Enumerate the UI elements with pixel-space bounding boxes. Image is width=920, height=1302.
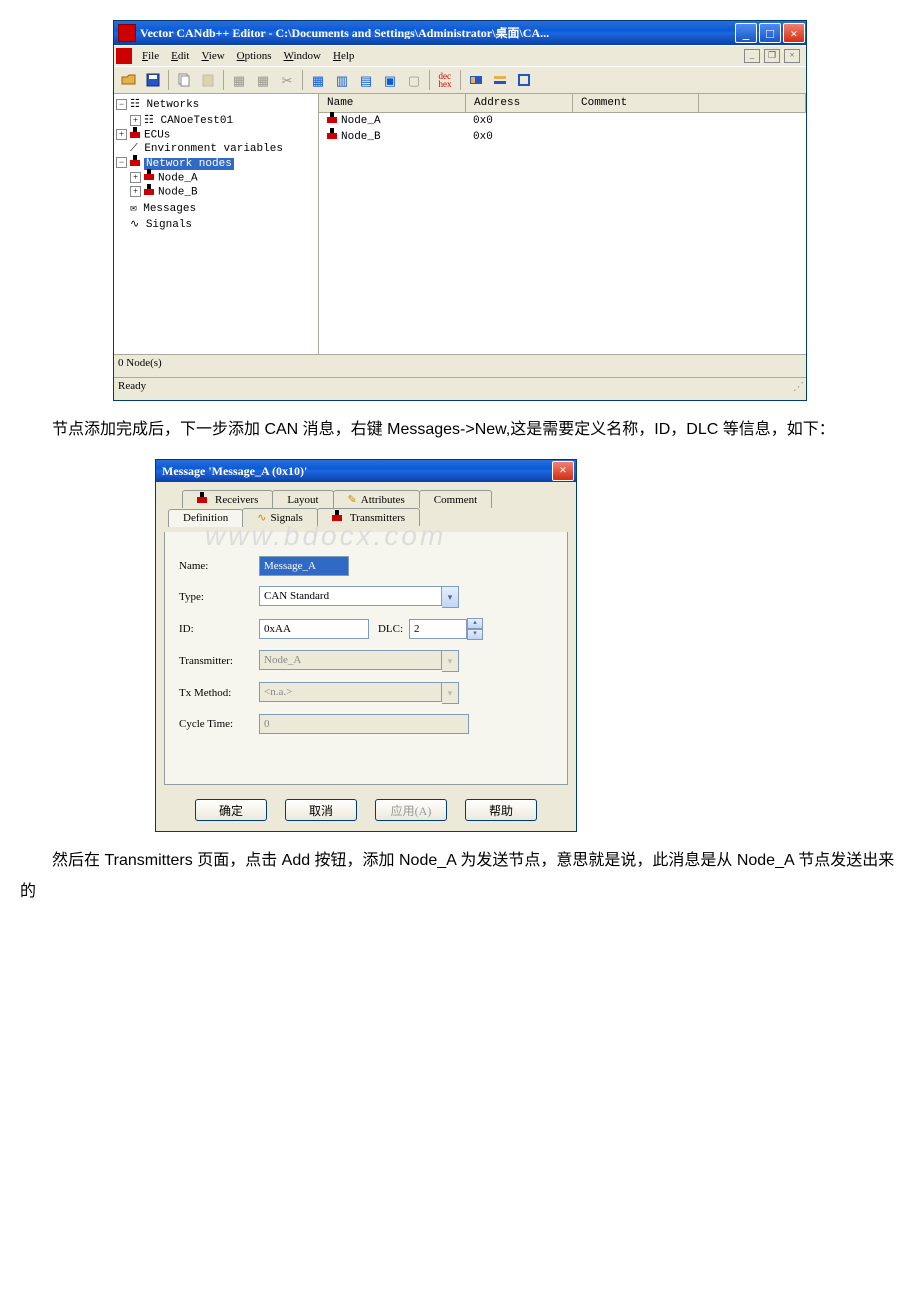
tool-icon-6[interactable] bbox=[465, 69, 487, 91]
tab-transmitters[interactable]: Transmitters bbox=[317, 508, 420, 526]
save-icon[interactable] bbox=[142, 69, 164, 91]
ok-button[interactable]: 确定 bbox=[195, 799, 267, 821]
view-icon-1[interactable]: ▦ bbox=[307, 69, 329, 91]
row-addr: 0x0 bbox=[465, 113, 571, 129]
view-icon-4[interactable]: ▣ bbox=[379, 69, 401, 91]
tree-networks[interactable]: Networks bbox=[146, 99, 199, 111]
app-icon bbox=[118, 24, 136, 42]
tab-definition[interactable]: Definition bbox=[168, 509, 243, 527]
tool-icon-1[interactable]: ▦ bbox=[228, 69, 250, 91]
row-addr: 0x0 bbox=[465, 129, 571, 145]
label-type: Type: bbox=[179, 591, 259, 603]
dlc-field[interactable] bbox=[409, 619, 467, 639]
cut-icon[interactable]: ✂ bbox=[276, 69, 298, 91]
transmitter-field bbox=[259, 650, 442, 670]
list-view[interactable]: Name Address Comment Node_A 0x0 Node_B 0… bbox=[319, 94, 806, 354]
maximize-button[interactable]: □ bbox=[759, 23, 781, 43]
doc-icon bbox=[116, 48, 132, 64]
cycle-field bbox=[259, 714, 469, 734]
col-comment[interactable]: Comment bbox=[573, 94, 699, 112]
menu-edit[interactable]: Edit bbox=[165, 48, 195, 64]
tree-ecus[interactable]: ECUs bbox=[144, 129, 170, 141]
list-row[interactable]: Node_A 0x0 bbox=[319, 113, 806, 129]
dialog-title: Message 'Message_A (0x10)' bbox=[162, 464, 307, 479]
list-row[interactable]: Node_B 0x0 bbox=[319, 129, 806, 145]
toolbar: ▦ ▦ ✂ ▦ ▥ ▤ ▣ ▢ dechex bbox=[114, 66, 806, 94]
definition-pane: www.bdocx.com Name: Type: ▾ ID: DLC: ▴▾ … bbox=[164, 532, 568, 785]
status-ready: Ready⋰ bbox=[114, 377, 806, 400]
tree-env[interactable]: Environment variables bbox=[144, 143, 283, 155]
window-title: Vector CANdb++ Editor - C:\Documents and… bbox=[140, 27, 734, 39]
cancel-button[interactable]: 取消 bbox=[285, 799, 357, 821]
tool-icon-8[interactable] bbox=[513, 69, 535, 91]
row-name: Node_B bbox=[341, 131, 381, 143]
tree-network-nodes[interactable]: Network nodes bbox=[144, 158, 234, 170]
message-dialog: Message 'Message_A (0x10)' × Receivers L… bbox=[155, 459, 577, 832]
tool-icon-7[interactable] bbox=[489, 69, 511, 91]
minimize-button[interactable]: _ bbox=[735, 23, 757, 43]
label-name: Name: bbox=[179, 560, 259, 572]
close-button[interactable]: × bbox=[783, 23, 805, 43]
paragraph-1: 节点添加完成后，下一步添加 CAN 消息，右键 Messages->New,这是… bbox=[20, 415, 900, 445]
transmitter-dropdown-icon: ▾ bbox=[442, 650, 459, 672]
label-cycle: Cycle Time: bbox=[179, 718, 259, 730]
label-id: ID: bbox=[179, 623, 259, 635]
title-bar: Vector CANdb++ Editor - C:\Documents and… bbox=[114, 21, 806, 45]
row-name: Node_A bbox=[341, 115, 381, 127]
dechex-icon[interactable]: dechex bbox=[434, 69, 456, 91]
label-transmitter: Transmitter: bbox=[179, 655, 259, 667]
menu-view[interactable]: View bbox=[195, 48, 230, 64]
menu-file[interactable]: File bbox=[136, 48, 165, 64]
paragraph-2: 然后在 Transmitters 页面，点击 Add 按钮，添加 Node_A … bbox=[20, 846, 900, 907]
label-dlc: DLC: bbox=[369, 623, 409, 635]
apply-button[interactable]: 应用(A) bbox=[375, 799, 447, 821]
copy-icon[interactable] bbox=[173, 69, 195, 91]
help-button[interactable]: 帮助 bbox=[465, 799, 537, 821]
menu-window[interactable]: Window bbox=[278, 48, 327, 64]
view-icon-5[interactable]: ▢ bbox=[403, 69, 425, 91]
dialog-close-button[interactable]: × bbox=[552, 461, 574, 481]
type-dropdown-icon[interactable]: ▾ bbox=[442, 586, 459, 608]
col-address[interactable]: Address bbox=[466, 94, 573, 112]
paste-icon[interactable] bbox=[197, 69, 219, 91]
menu-help[interactable]: Help bbox=[327, 48, 360, 64]
tool-icon-2[interactable]: ▦ bbox=[252, 69, 274, 91]
id-field[interactable] bbox=[259, 619, 369, 639]
dlc-spinner[interactable]: ▴▾ bbox=[467, 618, 483, 640]
tab-attributes[interactable]: ✎Attributes bbox=[333, 490, 420, 508]
status-nodes: 0 Node(s) bbox=[114, 354, 806, 377]
tree-view[interactable]: −☷ Networks +☷ CANoeTest01 +ECUs ⟋ Envir… bbox=[114, 94, 319, 354]
menu-options[interactable]: Options bbox=[231, 48, 278, 64]
col-name[interactable]: Name bbox=[319, 94, 466, 112]
tree-messages[interactable]: Messages bbox=[143, 203, 196, 215]
tree-signals[interactable]: Signals bbox=[146, 219, 192, 231]
view-icon-2[interactable]: ▥ bbox=[331, 69, 353, 91]
view-icon-3[interactable]: ▤ bbox=[355, 69, 377, 91]
txmethod-field bbox=[259, 682, 442, 702]
menu-bar: File Edit View Options Window Help _ ❐ × bbox=[114, 45, 806, 66]
dialog-title-bar: Message 'Message_A (0x10)' × bbox=[156, 460, 576, 482]
type-field[interactable] bbox=[259, 586, 442, 606]
tab-layout[interactable]: Layout bbox=[272, 490, 333, 508]
editor-window: Vector CANdb++ Editor - C:\Documents and… bbox=[113, 20, 807, 401]
name-field[interactable] bbox=[259, 556, 349, 576]
col-extra[interactable] bbox=[699, 94, 806, 112]
txmethod-dropdown-icon: ▾ bbox=[442, 682, 459, 704]
mdi-close-button[interactable]: × bbox=[784, 49, 800, 63]
mdi-minimize-button[interactable]: _ bbox=[744, 49, 760, 63]
tree-node-b[interactable]: Node_B bbox=[158, 187, 198, 199]
tab-receivers[interactable]: Receivers bbox=[182, 490, 273, 508]
tree-canoetest[interactable]: CANoeTest01 bbox=[160, 115, 233, 127]
tree-node-a[interactable]: Node_A bbox=[158, 172, 198, 184]
mdi-restore-button[interactable]: ❐ bbox=[764, 49, 780, 63]
tab-comment[interactable]: Comment bbox=[419, 490, 492, 508]
label-txmethod: Tx Method: bbox=[179, 687, 259, 699]
tab-signals[interactable]: ∿Signals bbox=[242, 508, 318, 526]
open-icon[interactable] bbox=[118, 69, 140, 91]
